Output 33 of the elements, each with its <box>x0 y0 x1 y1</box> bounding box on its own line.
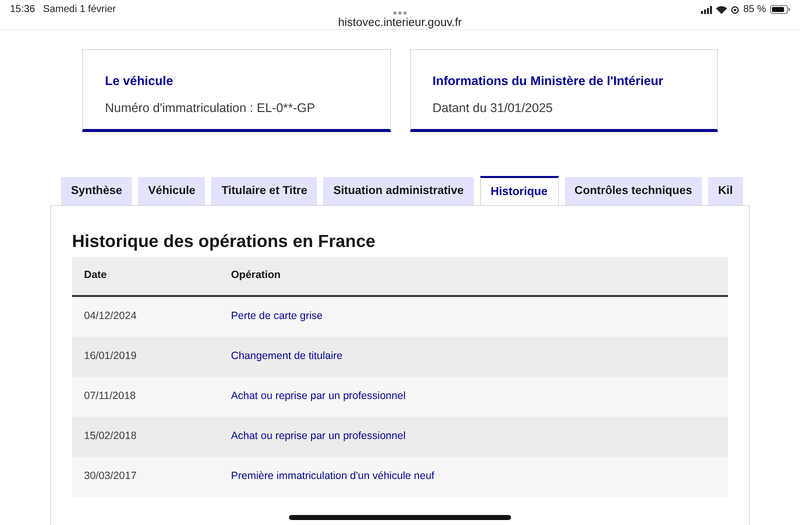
tab[interactable]: Véhicule <box>138 177 206 205</box>
tab[interactable]: Kil <box>708 177 743 205</box>
wifi-icon <box>716 6 728 14</box>
column-header: Date <box>83 268 108 284</box>
status-date: Samedi 1 février <box>43 3 116 17</box>
date-cell-text: 04/12/2024 <box>83 309 138 324</box>
section-title: Historique des opérations en France <box>72 230 376 253</box>
date-cell-text: 30/03/2017 <box>83 469 138 484</box>
tab[interactable]: Contrôles techniques <box>564 177 702 205</box>
operation-link[interactable]: Achat ou reprise par un professionnel <box>231 390 406 402</box>
lock-rotation-icon <box>731 6 740 14</box>
signal-icon <box>701 6 712 14</box>
card-title: Informations du Ministère de l'Intérieur <box>432 73 664 90</box>
card-text: Numéro d'immatriculation : EL-0**-GP <box>105 100 316 117</box>
operation-link[interactable]: Achat ou reprise par un professionnel <box>231 430 406 442</box>
card-title: Le véhicule <box>105 73 174 90</box>
tab[interactable]: Historique <box>480 176 559 205</box>
date-cell-text: 16/01/2019 <box>83 349 138 364</box>
card-text: Datant du 31/01/2025 <box>432 100 554 117</box>
date-cell-text: 07/11/2018 <box>83 389 137 404</box>
operation-link[interactable]: Changement de titulaire <box>231 350 342 362</box>
date-cell-text: 15/02/2018 <box>83 429 138 444</box>
tab[interactable]: Situation administrative <box>323 177 474 205</box>
more-dots-icon[interactable] <box>393 11 407 15</box>
battery-percent: 85 % <box>743 3 766 17</box>
tab[interactable]: Synthèse <box>61 177 132 205</box>
url-text[interactable]: histovec.interieur.gouv.fr <box>338 17 462 29</box>
tab[interactable]: Titulaire et Titre <box>211 177 318 205</box>
operation-link[interactable]: Première immatriculation d'un véhicule neuf <box>231 470 434 482</box>
status-time: 15:36 <box>10 3 36 17</box>
operation-link[interactable]: Perte de carte grise <box>231 310 323 322</box>
column-header: Opération <box>231 268 281 284</box>
battery-icon <box>770 5 790 14</box>
